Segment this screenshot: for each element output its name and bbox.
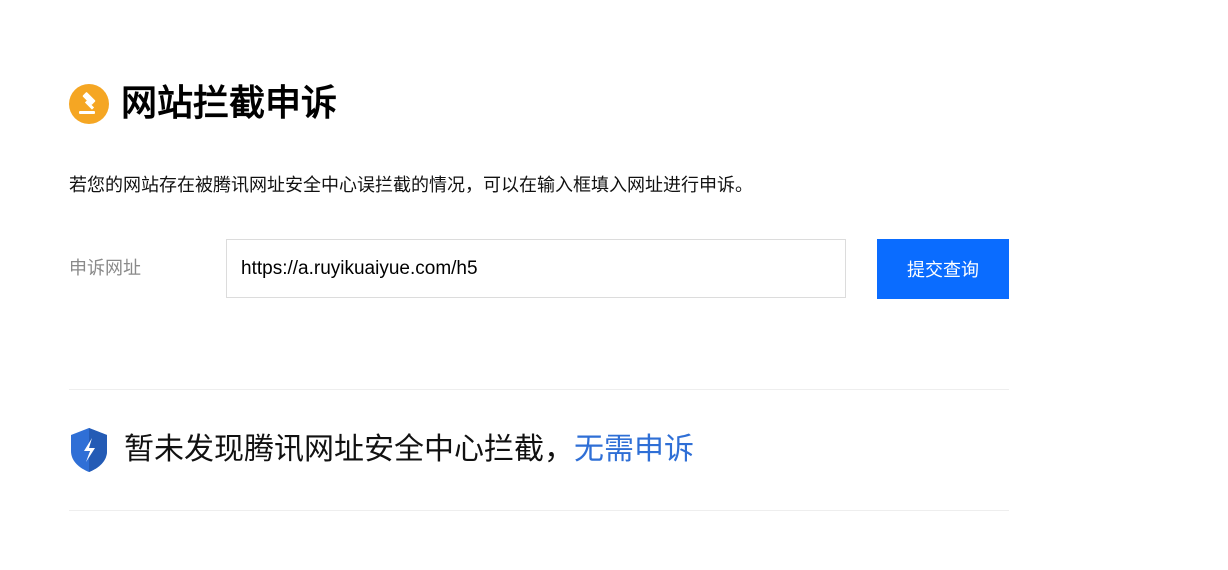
title-row: 网站拦截申诉 (69, 82, 337, 126)
appeal-form: 申诉网址 提交查询 (69, 239, 1009, 299)
url-field-label: 申诉网址 (69, 258, 141, 279)
divider (69, 389, 1009, 390)
page-title: 网站拦截申诉 (121, 83, 338, 124)
submit-button[interactable]: 提交查询 (877, 239, 1009, 299)
result-highlight: 无需申诉 (574, 432, 694, 467)
result-row: 暂未发现腾讯网址安全中心拦截，无需申诉 (69, 426, 694, 474)
shield-icon (71, 428, 107, 472)
intro-description: 若您的网站存在被腾讯网址安全中心误拦截的情况，可以在输入框填入网址进行申诉。 (69, 175, 753, 196)
divider (69, 510, 1009, 511)
gavel-icon (69, 84, 109, 124)
result-message: 暂未发现腾讯网址安全中心拦截，无需申诉 (124, 426, 694, 474)
result-message-text: 暂未发现腾讯网址安全中心拦截， (124, 432, 574, 467)
url-input[interactable] (226, 239, 846, 298)
